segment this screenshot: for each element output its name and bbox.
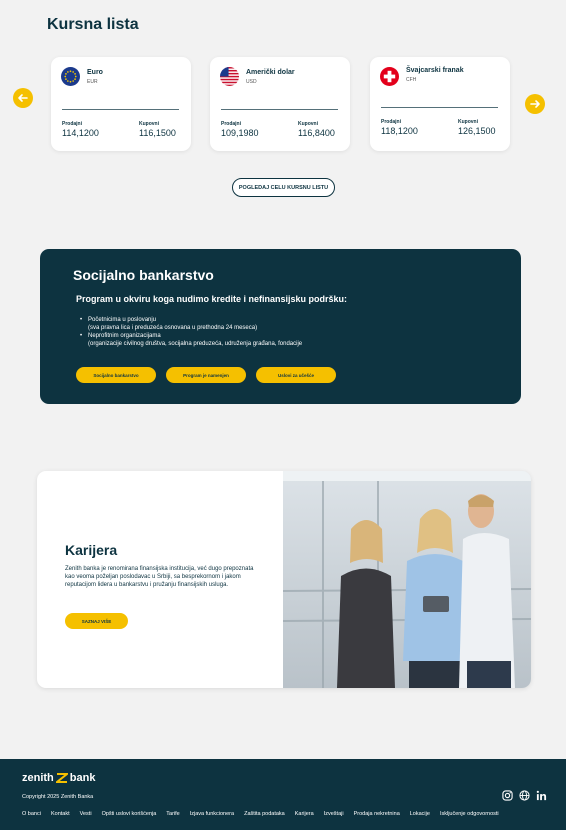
rate-card-chf[interactable]: Švajcarski franak CFH Prodajni Kupovni 1… — [370, 57, 510, 151]
linkedin-icon[interactable] — [536, 790, 547, 801]
program-target-button[interactable]: Program je namenjen — [166, 367, 246, 383]
currency-code: USD — [246, 79, 257, 85]
career-text: Zenith banka je renomirana finansijska i… — [65, 566, 254, 588]
zenith-bank-logo[interactable]: zenith bank — [22, 772, 95, 784]
currency-name: Euro — [87, 69, 103, 76]
copyright: Copyright 2025 Zenith Banka — [22, 794, 94, 800]
divider — [381, 107, 498, 108]
footer-link-data-protection[interactable]: Zaštita podataka — [244, 811, 285, 817]
sell-label: Prodajni — [381, 119, 402, 125]
currency-code: EUR — [87, 79, 98, 85]
carousel-prev-button[interactable] — [13, 88, 33, 108]
footer-links: O banci Kontakt Vesti Opšti uslovi koriš… — [22, 811, 499, 817]
list-item-title: Neprofitnim organizacijama — [88, 333, 161, 339]
logo-text-right: bank — [69, 772, 96, 784]
exchange-title: Kursna lista — [47, 16, 139, 33]
buy-value: 126,1500 — [458, 126, 496, 136]
career-section: Karijera Zenith banka je renomirana fina… — [37, 471, 531, 688]
footer-link-about[interactable]: O banci — [22, 811, 41, 817]
list-item: Neprofitnim organizacijama (organizacije… — [80, 332, 302, 348]
buy-label: Kupovni — [139, 121, 159, 127]
footer-link-officials-statement[interactable]: Izjava funkcionera — [190, 811, 234, 817]
arrow-right-icon — [530, 100, 540, 108]
currency-name: Američki dolar — [246, 69, 295, 76]
us-flag-icon — [220, 67, 239, 86]
list-item: Početnicima u poslovanju (sva pravna lic… — [80, 316, 302, 332]
social-banking-section: Socijalno bankarstvo Program u okviru ko… — [40, 249, 521, 404]
footer-link-contact[interactable]: Kontakt — [51, 811, 70, 817]
divider — [62, 109, 179, 110]
list-item-note: (sva pravna lica i preduzeća osnovana u … — [88, 325, 258, 331]
footer-link-careers[interactable]: Karijera — [295, 811, 314, 817]
rate-card-usd[interactable]: Američki dolar USD Prodajni Kupovni 109,… — [210, 57, 350, 151]
sell-value: 118,1200 — [381, 126, 418, 136]
footer-link-news[interactable]: Vesti — [80, 811, 92, 817]
footer-link-reports[interactable]: Izveštaji — [324, 811, 344, 817]
sell-label: Prodajni — [62, 121, 83, 127]
social-list: Početnicima u poslovanju (sva pravna lic… — [80, 316, 302, 348]
sell-value: 114,1200 — [62, 128, 99, 138]
footer-link-terms[interactable]: Opšti uslovi korišćenja — [102, 811, 157, 817]
footer-link-disclaimer[interactable]: Isključenje odgovornosti — [440, 811, 499, 817]
buy-value: 116,1500 — [139, 128, 176, 138]
social-subtitle: Program u okviru koga nudimo kredite i n… — [76, 294, 348, 304]
logo-mark-icon — [55, 773, 68, 783]
footer-link-locations[interactable]: Lokacije — [410, 811, 430, 817]
globe-icon[interactable] — [519, 790, 530, 801]
sell-label: Prodajni — [221, 121, 242, 127]
currency-name: Švajcarski franak — [406, 67, 464, 74]
buy-value: 116,8400 — [298, 128, 335, 138]
eu-flag-icon — [61, 67, 80, 86]
carousel-next-button[interactable] — [525, 94, 545, 114]
sell-value: 109,1980 — [221, 128, 259, 138]
currency-code: CFH — [406, 77, 417, 83]
career-team-photo — [283, 471, 531, 688]
list-item-note: (organizacije civilnog društva, socijaln… — [88, 341, 303, 347]
buy-label: Kupovni — [298, 121, 318, 127]
footer-link-real-estate[interactable]: Prodaja nekretnina — [354, 811, 400, 817]
view-all-rates-button[interactable]: POGLEDAJ CELU KURSNU LISTU — [232, 178, 335, 197]
ch-flag-icon — [380, 67, 399, 86]
arrow-left-icon — [18, 94, 28, 102]
divider — [221, 109, 338, 110]
participation-terms-button[interactable]: Uslovi za učešće — [256, 367, 336, 383]
social-banking-button[interactable]: Socijalno bankarstvo — [76, 367, 156, 383]
social-links — [502, 790, 547, 801]
buy-label: Kupovni — [458, 119, 478, 125]
logo-text-left: zenith — [22, 772, 54, 784]
list-item-title: Početnicima u poslovanju — [88, 317, 157, 323]
learn-more-button[interactable]: SAZNAJ VIŠE — [65, 613, 128, 629]
social-title: Socijalno bankarstvo — [73, 267, 214, 283]
instagram-icon[interactable] — [502, 790, 513, 801]
footer: zenith bank Copyright 2025 Zenith Banka … — [0, 759, 566, 830]
rate-card-eur[interactable]: Euro EUR Prodajni Kupovni 114,1200 116,1… — [51, 57, 191, 151]
footer-link-tariffs[interactable]: Tarife — [166, 811, 179, 817]
career-title: Karijera — [65, 542, 118, 558]
